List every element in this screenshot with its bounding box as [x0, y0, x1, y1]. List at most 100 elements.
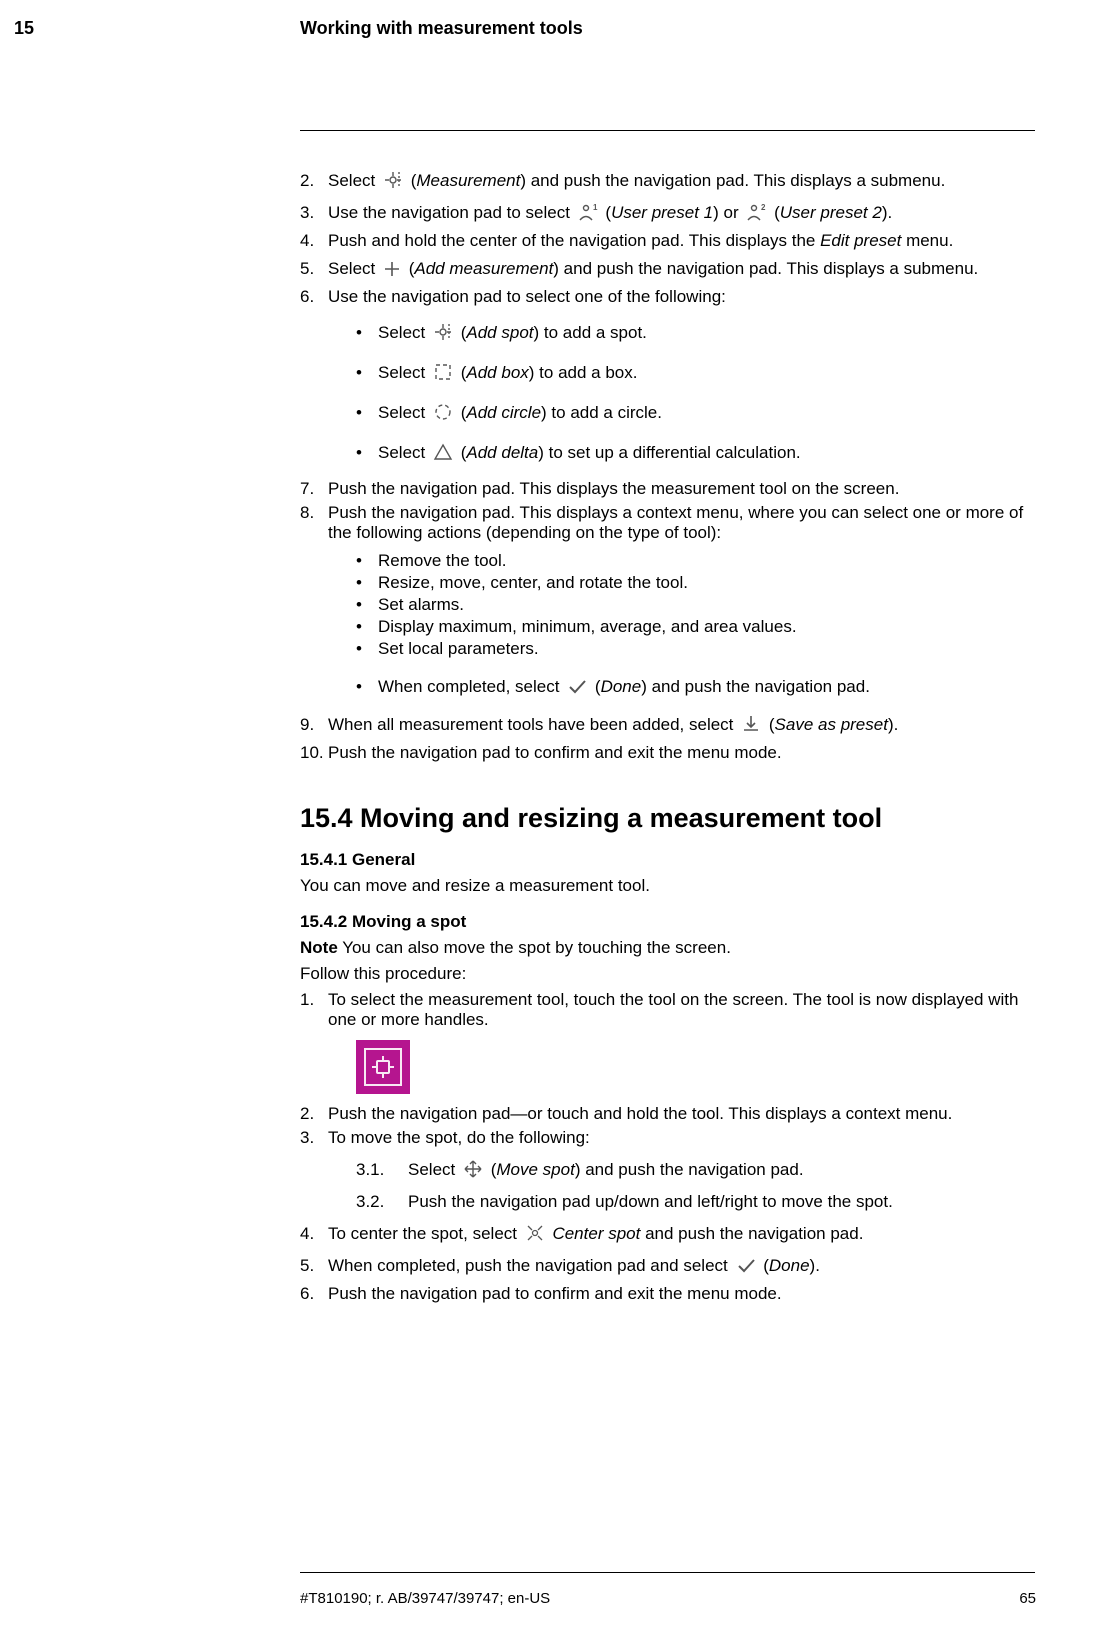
- text: Done: [769, 1256, 810, 1275]
- move-step-3: 3.To move the spot, do the following: 3.…: [300, 1128, 1035, 1212]
- move-step-6: 6.Push the navigation pad to confirm and…: [300, 1284, 1035, 1304]
- text: To center the spot, select: [328, 1224, 522, 1243]
- text: ) to add a box.: [529, 363, 638, 382]
- action-resize: Resize, move, center, and rotate the too…: [356, 573, 1035, 593]
- note-text: You can also move the spot by touching t…: [338, 938, 731, 957]
- text: Move spot: [496, 1160, 574, 1179]
- header-rule: [300, 130, 1035, 131]
- text: ) to add a circle.: [541, 403, 662, 422]
- text: ) to add a spot.: [534, 323, 647, 342]
- step-3: 3. Use the navigation pad to select 1 (U…: [300, 199, 1035, 227]
- footer-page-number: 65: [1019, 1590, 1036, 1607]
- add-box-icon: [432, 361, 454, 383]
- user-preset-1-icon: 1: [577, 201, 599, 223]
- substep-3-1: 3.1. Select (Move spot) and push the nav…: [356, 1156, 1035, 1184]
- text: When completed, push the navigation pad …: [328, 1256, 733, 1275]
- step-8: 8.Push the navigation pad. This displays…: [300, 503, 1035, 701]
- text: Select: [378, 403, 430, 422]
- follow-procedure: Follow this procedure:: [300, 964, 1035, 984]
- text: Set local parameters.: [378, 639, 539, 658]
- add-spot-icon: [432, 321, 454, 343]
- step-9: 9. When all measurement tools have been …: [300, 711, 1035, 739]
- text: Select: [378, 323, 430, 342]
- action-alarms: Set alarms.: [356, 595, 1035, 615]
- option-add-box: Select (Add box) to add a box.: [356, 359, 1035, 387]
- action-display-values: Display maximum, minimum, average, and a…: [356, 617, 1035, 637]
- move-step-4: 4. To center the spot, select Center spo…: [300, 1220, 1035, 1248]
- text: Push and hold the center of the navigati…: [328, 231, 820, 250]
- text: To move the spot, do the following:: [328, 1128, 590, 1147]
- text: Select: [328, 259, 380, 278]
- text: To select the measurement tool, touch th…: [328, 990, 1018, 1029]
- subsection-1-text: You can move and resize a measurement to…: [300, 876, 1035, 896]
- text: ) and push the navigation pad. This disp…: [553, 259, 978, 278]
- spot-handle-thumbnail: [356, 1040, 410, 1094]
- footer-docid: #T810190; r. AB/39747/39747; en-US: [300, 1590, 550, 1607]
- checkmark-icon: [566, 675, 588, 697]
- text: Push the navigation pad to confirm and e…: [328, 743, 782, 762]
- measurement-spot-icon: [382, 169, 404, 191]
- text: Use the navigation pad to select: [328, 203, 575, 222]
- step-5: 5. Select (Add measurement) and push the…: [300, 255, 1035, 283]
- section-heading: 15.4 Moving and resizing a measurement t…: [300, 803, 1035, 834]
- text: Set alarms.: [378, 595, 464, 614]
- text: When completed, select: [378, 677, 564, 696]
- step-10: 10.Push the navigation pad to confirm an…: [300, 743, 1035, 763]
- text: Add box: [466, 363, 528, 382]
- step-4: 4. Push and hold the center of the navig…: [300, 231, 1035, 251]
- move-step-5: 5. When completed, push the navigation p…: [300, 1252, 1035, 1280]
- step-2: 2. Select (Measurement) and push the nav…: [300, 167, 1035, 195]
- move-step-3-sub: 3.1. Select (Move spot) and push the nav…: [356, 1156, 1035, 1212]
- action-remove: Remove the tool.: [356, 551, 1035, 571]
- center-spot-icon: [524, 1222, 546, 1244]
- move-spot-procedure: 1.To select the measurement tool, touch …: [300, 990, 1035, 1304]
- svg-text:1: 1: [593, 203, 598, 212]
- header-chapter-title: Working with measurement tools: [300, 18, 583, 39]
- text: ) and push the navigation pad.: [641, 677, 870, 696]
- step-6: 6. Use the navigation pad to select one …: [300, 287, 1035, 467]
- option-add-spot: Select (Add spot) to add a spot.: [356, 319, 1035, 347]
- text: Select: [408, 1160, 455, 1179]
- subsection-2-note: Note You can also move the spot by touch…: [300, 938, 1035, 958]
- text: menu.: [901, 231, 953, 250]
- action-local-params: Set local parameters.: [356, 639, 1035, 659]
- step-8-actions: Remove the tool. Resize, move, center, a…: [356, 551, 1035, 701]
- text: Measurement: [416, 171, 520, 190]
- text: Add spot: [466, 323, 533, 342]
- text: Select: [378, 443, 430, 462]
- text: User preset 2: [780, 203, 882, 222]
- user-preset-2-icon: 2: [745, 201, 767, 223]
- text: Push the navigation pad up/down and left…: [408, 1192, 893, 1211]
- text: Add measurement: [414, 259, 553, 278]
- text: ) and push the navigation pad.: [575, 1160, 804, 1179]
- text: Push the navigation pad—or touch and hol…: [328, 1104, 952, 1123]
- move-arrows-icon: [462, 1158, 484, 1180]
- content: 2. Select (Measurement) and push the nav…: [300, 130, 1035, 1308]
- text: Use the navigation pad to select one of …: [328, 287, 726, 306]
- procedure-list: 2. Select (Measurement) and push the nav…: [300, 167, 1035, 763]
- save-preset-icon: [740, 713, 762, 735]
- page: 15 Working with measurement tools 2. Sel…: [0, 0, 1094, 1635]
- text: Add circle: [466, 403, 541, 422]
- checkmark-icon: [735, 1254, 757, 1276]
- text: Select: [328, 171, 380, 190]
- text: ).: [888, 715, 898, 734]
- footer-rule: [300, 1572, 1035, 1573]
- text: ).: [810, 1256, 820, 1275]
- text: Edit preset: [820, 231, 901, 250]
- header-chapter-number: 15: [14, 18, 34, 39]
- subsection-2-heading: 15.4.2 Moving a spot: [300, 912, 1035, 932]
- text: Save as preset: [775, 715, 888, 734]
- subsection-1-heading: 15.4.1 General: [300, 850, 1035, 870]
- svg-text:2: 2: [761, 203, 766, 212]
- step-6-options: Select (Add spot) to add a spot. Select …: [356, 319, 1035, 467]
- text: User preset 1: [611, 203, 713, 222]
- text: Resize, move, center, and rotate the too…: [378, 573, 688, 592]
- move-step-1: 1.To select the measurement tool, touch …: [300, 990, 1035, 1094]
- text: and push the navigation pad.: [640, 1224, 863, 1243]
- text: Center spot: [552, 1224, 640, 1243]
- add-delta-icon: [432, 441, 454, 463]
- text: Display maximum, minimum, average, and a…: [378, 617, 797, 636]
- text: ).: [882, 203, 892, 222]
- text: Push the navigation pad to confirm and e…: [328, 1284, 782, 1303]
